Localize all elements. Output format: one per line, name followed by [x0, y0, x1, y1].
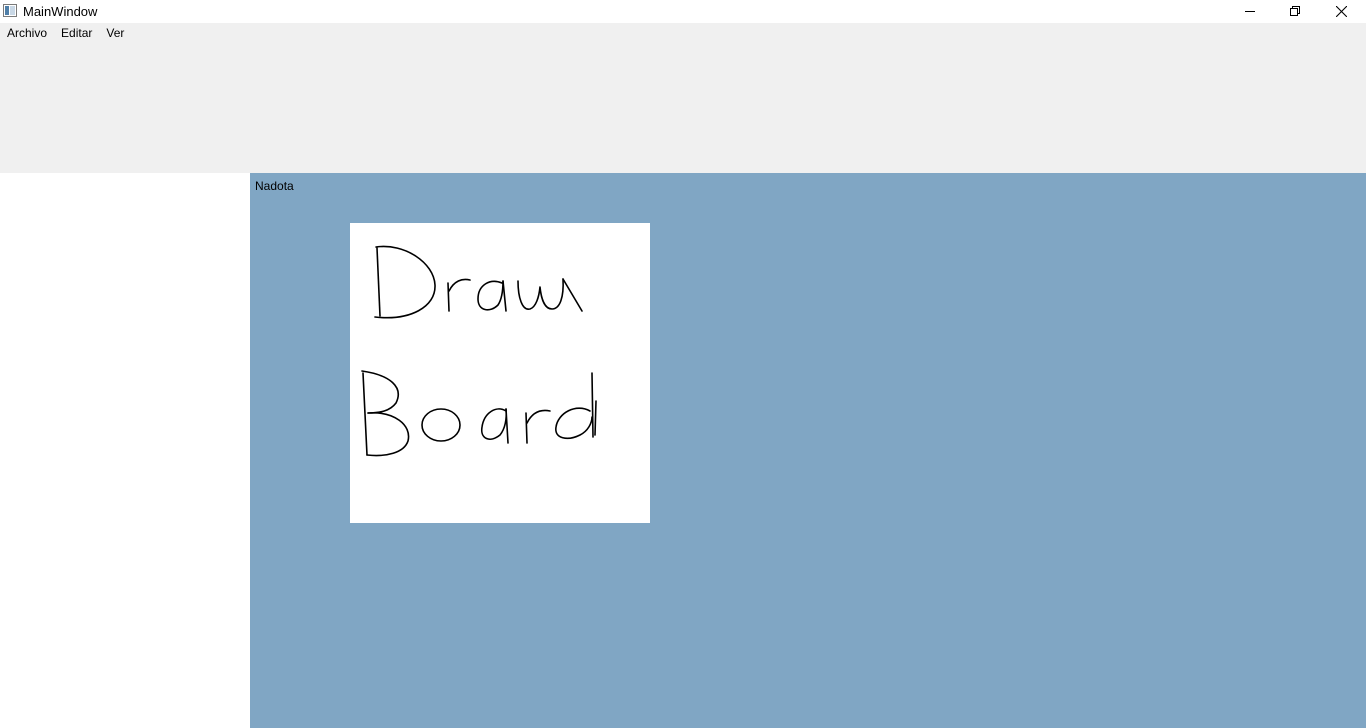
note-title: Nadota — [255, 179, 294, 193]
drawing-canvas[interactable] — [350, 223, 650, 523]
close-icon — [1335, 5, 1347, 17]
side-panel — [0, 173, 250, 728]
minimize-icon — [1245, 6, 1255, 16]
handwritten-drawing — [361, 245, 597, 457]
restore-icon — [1290, 6, 1300, 16]
window-title: MainWindow — [23, 4, 98, 19]
restore-button[interactable] — [1272, 0, 1318, 22]
menu-ver[interactable]: Ver — [99, 23, 131, 43]
app-icon — [3, 4, 17, 17]
menu-bar: Archivo Editar Ver — [0, 23, 131, 43]
menu-archivo[interactable]: Archivo — [0, 23, 54, 43]
close-button[interactable] — [1318, 0, 1364, 22]
menu-editar[interactable]: Editar — [54, 23, 99, 43]
title-bar[interactable]: MainWindow — [0, 0, 1366, 23]
toolbar-area: Archivo Editar Ver — [0, 23, 1366, 173]
minimize-button[interactable] — [1227, 0, 1273, 22]
mdi-workspace[interactable]: Nadota — [250, 173, 1366, 728]
